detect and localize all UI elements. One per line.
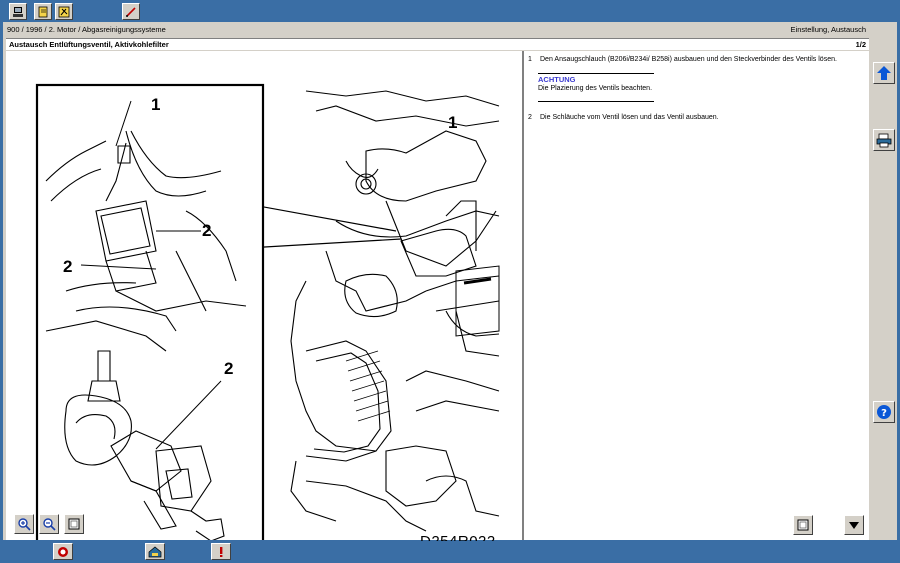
divider [538, 101, 654, 102]
right-toolbar: ? [869, 51, 897, 540]
printer-icon [876, 133, 892, 148]
main-panel: 900 / 1996 / 2. Motor / Abgasreinigungss… [3, 22, 897, 550]
bottom-toolbar [0, 541, 900, 563]
instruction-pane: 1 Den Ansaugschlauch (B206i/B234i/ B258i… [524, 51, 869, 540]
step-number: 2 [528, 114, 532, 121]
zoom-out-icon [43, 518, 56, 531]
zoom-in-icon [18, 518, 31, 531]
warning-text: Die Plazierung des Ventils beachten. [538, 85, 653, 92]
warning-heading: ACHTUNG [538, 75, 576, 84]
callout-label: 2 [202, 221, 212, 240]
warning-exclamation-icon [220, 546, 223, 557]
fit-view-button[interactable] [64, 514, 84, 534]
page-title: Austausch Entlüftungsventil, Aktivkohlef… [9, 40, 169, 49]
notebook-icon[interactable] [34, 3, 52, 20]
help-icon: ? [877, 405, 891, 419]
divider [538, 73, 654, 74]
valve-illustration [35, 83, 500, 549]
tools-icon[interactable] [55, 3, 73, 20]
page-number: 1/2 [855, 40, 866, 49]
zoom-out-button[interactable] [39, 514, 59, 534]
alert-button[interactable] [211, 543, 231, 560]
up-arrow-icon [877, 66, 891, 80]
breadcrumb: 900 / 1996 / 2. Motor / Abgasreinigungss… [7, 25, 166, 34]
callout-label: 1 [151, 95, 161, 114]
car-home-icon [148, 546, 162, 557]
fit-view-icon [68, 518, 80, 530]
pen-icon[interactable] [122, 3, 140, 20]
help-button[interactable]: ? [873, 401, 895, 423]
step-text: Den Ansaugschlauch (B206i/B234i/ B258i) … [540, 56, 837, 63]
next-page-button[interactable] [844, 515, 864, 535]
stop-button[interactable] [53, 543, 73, 560]
callout-label: 1 [448, 113, 458, 132]
step-number: 1 [528, 56, 532, 63]
svg-text:?: ? [881, 408, 887, 419]
stop-sign-icon [58, 546, 68, 557]
callout-label: 2 [63, 257, 73, 276]
fit-view-button[interactable] [793, 515, 813, 535]
breadcrumb-bar: 900 / 1996 / 2. Motor / Abgasreinigungss… [3, 22, 897, 37]
document-title-bar: Austausch Entlüftungsventil, Aktivkohlef… [6, 38, 869, 50]
section-label: Einstellung, Austausch [790, 25, 866, 34]
step-text: Die Schläuche vom Ventil lösen und das V… [540, 114, 719, 121]
down-arrow-icon [849, 522, 859, 529]
print-button[interactable] [873, 129, 895, 151]
callout-label: 2 [224, 359, 234, 378]
computer-icon[interactable] [9, 3, 27, 20]
illustration-pane: 1 2 2 1 2 D254R022 [6, 51, 522, 550]
top-toolbar [0, 0, 900, 22]
up-button[interactable] [873, 62, 895, 84]
zoom-in-button[interactable] [14, 514, 34, 534]
home-button[interactable] [145, 543, 165, 560]
fit-view-icon [797, 519, 809, 531]
